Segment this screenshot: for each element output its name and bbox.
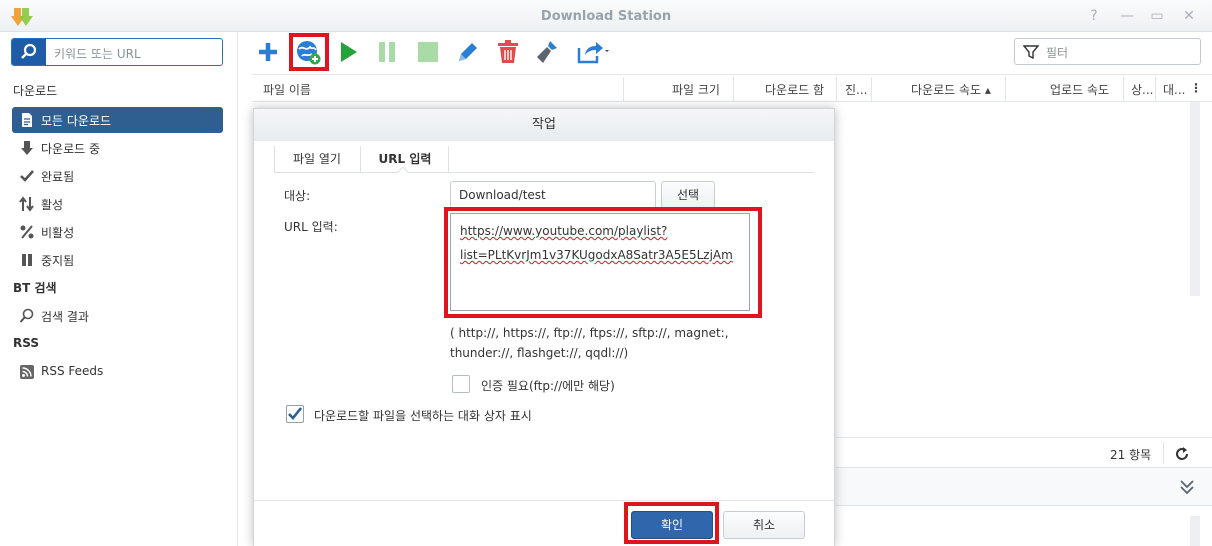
search-button[interactable] <box>12 39 46 65</box>
sidebar-item-label: 중지됨 <box>41 254 75 268</box>
edit-icon[interactable] <box>454 38 482 66</box>
show-select-dialog-checkbox[interactable] <box>286 405 304 423</box>
column-header-download-speed[interactable]: 다운로드 속도 ▴ <box>911 81 991 98</box>
window-title: Download Station <box>540 9 672 24</box>
maximize-icon[interactable]: ▭ <box>1148 7 1166 25</box>
column-separator <box>836 77 837 101</box>
title-bar: Download Station ? — ▭ ✕ <box>0 0 1212 32</box>
sidebar-item-label: 모든 다운로드 <box>41 114 112 128</box>
sidebar-item-label: 완료됨 <box>41 170 75 184</box>
sidebar-item-label: 검색 결과 <box>41 310 89 324</box>
minimize-icon[interactable]: — <box>1118 7 1136 25</box>
filter-input[interactable]: 필터 <box>1046 44 1068 61</box>
column-menu-icon[interactable]: ⋮ <box>1190 81 1202 95</box>
column-header-waiting[interactable]: 대... <box>1163 81 1185 98</box>
rss-icon <box>20 365 34 379</box>
sidebar-item-active[interactable]: 활성 <box>12 191 223 217</box>
url-highlight <box>444 207 762 318</box>
tab-divider <box>360 146 361 172</box>
ok-highlight <box>624 502 719 544</box>
task-dialog: 작업 파일 열기 URL 입력 대상: Download/test 선택 URL… <box>253 108 835 546</box>
close-icon[interactable]: ✕ <box>1180 7 1198 25</box>
protocol-hint: ( http://, https://, ftp://, ftps://, sf… <box>450 326 729 360</box>
sidebar-item-label: 비활성 <box>41 226 75 240</box>
sidebar-item-label: 활성 <box>41 198 64 212</box>
sidebar-item-inactive[interactable]: 비활성 <box>12 219 223 245</box>
table-scrollbar[interactable] <box>1190 102 1200 296</box>
sidebar-item-completed[interactable]: 완료됨 <box>12 163 223 189</box>
sidebar-item-paused[interactable]: 중지됨 <box>12 247 223 273</box>
share-icon[interactable] <box>576 38 610 66</box>
add-url-highlight <box>289 33 329 71</box>
help-icon[interactable]: ? <box>1085 7 1103 25</box>
auth-required-checkbox[interactable] <box>452 375 470 393</box>
column-header-downloaded[interactable]: 다운로드 함 <box>765 81 824 98</box>
active-tab-caret-icon <box>397 167 409 174</box>
url-input-label: URL 입력: <box>284 220 338 234</box>
sidebar-item-all-downloads[interactable]: 모든 다운로드 <box>12 107 223 133</box>
refresh-icon[interactable] <box>1174 446 1190 462</box>
dialog-title: 작업 <box>254 109 834 141</box>
sidebar-item-label: 다운로드 중 <box>41 142 101 156</box>
filter-icon <box>1023 45 1039 60</box>
destination-field[interactable]: Download/test <box>450 181 656 209</box>
column-separator <box>1123 77 1124 101</box>
detail-scrollbar[interactable] <box>1190 516 1200 546</box>
cancel-button[interactable]: 취소 <box>723 511 805 539</box>
column-header-filename[interactable]: 파일 이름 <box>263 81 311 98</box>
column-header-progress[interactable]: 진... <box>845 81 867 98</box>
select-button[interactable]: 선택 <box>661 181 715 209</box>
tab-open-file[interactable]: 파일 열기 <box>276 145 358 173</box>
show-select-dialog-label: 다운로드할 파일을 선택하는 대화 상자 표시 <box>314 409 532 423</box>
resume-icon[interactable] <box>334 38 362 66</box>
percent-icon <box>20 225 34 239</box>
chevron-double-down-icon[interactable] <box>1180 479 1194 495</box>
section-rss-title: RSS <box>13 336 39 350</box>
stop-icon[interactable] <box>414 38 442 66</box>
updown-arrows-icon <box>19 196 34 212</box>
sidebar-item-downloading[interactable]: 다운로드 중 <box>12 135 223 161</box>
column-separator <box>871 77 872 101</box>
file-icon <box>22 113 32 127</box>
search-input[interactable]: 키워드 또는 URL <box>54 45 141 62</box>
column-separator <box>1155 77 1156 101</box>
pause-toolbar-icon[interactable] <box>374 38 402 66</box>
detail-panel-bar <box>836 468 1212 506</box>
tab-underline <box>274 172 814 173</box>
section-download-title: 다운로드 <box>13 84 58 98</box>
search-icon <box>21 43 37 59</box>
sidebar: 키워드 또는 URL 다운로드 모든 다운로드 다운로드 중 완료됨 활성 비활… <box>0 32 238 546</box>
keyword-search-field[interactable]: 키워드 또는 URL <box>11 38 223 66</box>
sidebar-item-label: RSS Feeds <box>41 364 104 378</box>
checkmark-icon <box>288 407 303 420</box>
filter-field[interactable]: 필터 <box>1014 38 1201 65</box>
sidebar-item-rss-feeds[interactable]: RSS Feeds <box>12 359 223 385</box>
auth-required-label: 인증 필요(ftp://에만 해당) <box>481 379 615 393</box>
pause-icon <box>22 254 32 266</box>
column-separator <box>1005 77 1006 101</box>
add-icon[interactable] <box>254 38 282 66</box>
column-separator <box>733 77 734 101</box>
item-count: 21 항목 <box>1110 448 1152 462</box>
column-separator <box>623 77 624 101</box>
tab-divider <box>274 146 275 172</box>
column-header-status[interactable]: 상... <box>1131 81 1153 98</box>
status-separator <box>1163 442 1164 464</box>
search-icon <box>19 308 34 323</box>
table-header: 파일 이름 파일 크기 다운로드 함 진... 다운로드 속도 ▴ 업로드 속도… <box>252 74 1212 102</box>
checkmark-icon <box>20 170 34 182</box>
clear-icon[interactable] <box>534 38 562 66</box>
column-header-upload-speed[interactable]: 업로드 속도 <box>1050 81 1109 98</box>
download-arrow-icon <box>21 141 33 155</box>
column-header-filesize[interactable]: 파일 크기 <box>672 81 720 98</box>
section-bt-title: BT 검색 <box>13 281 57 295</box>
destination-label: 대상: <box>284 189 311 203</box>
delete-icon[interactable] <box>494 38 522 66</box>
tab-divider <box>448 146 449 172</box>
sidebar-item-search-results[interactable]: 검색 결과 <box>12 303 223 329</box>
table-status-bar: 21 항목 <box>836 437 1212 468</box>
